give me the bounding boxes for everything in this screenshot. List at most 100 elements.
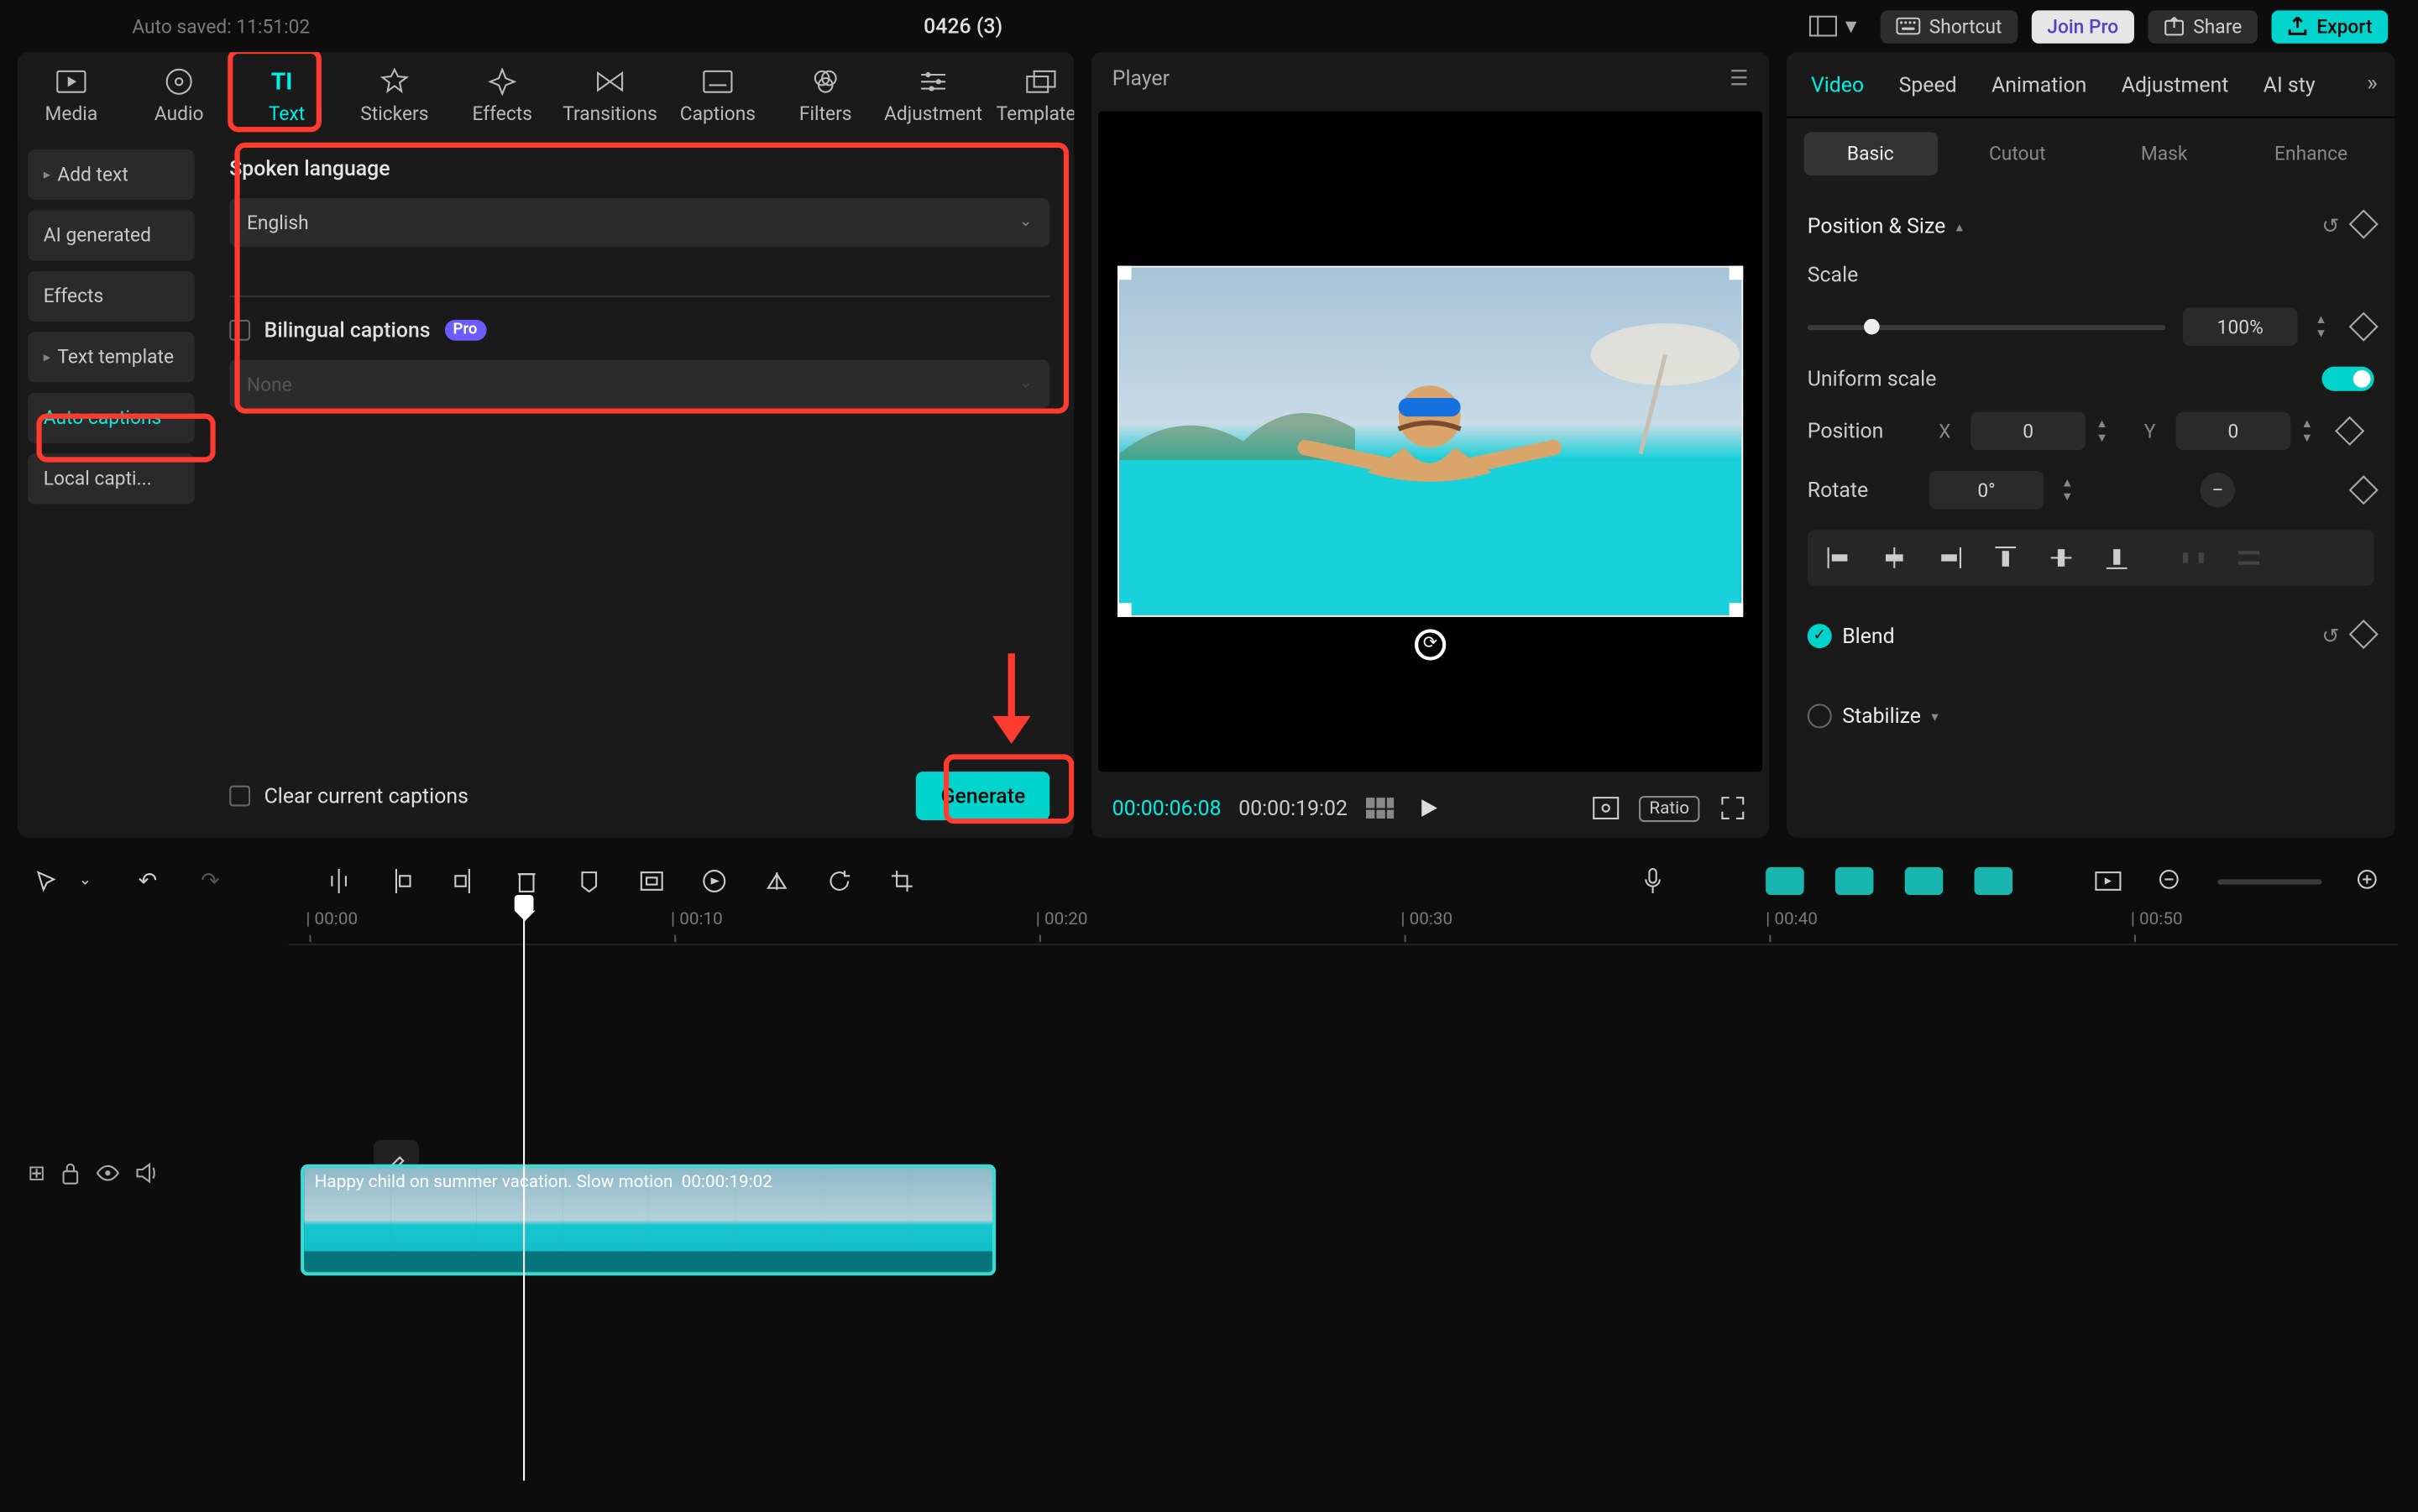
tab-media[interactable]: Media: [18, 52, 125, 139]
keyframe-icon[interactable]: [2349, 475, 2379, 505]
chevron-down-icon[interactable]: ⌄: [70, 866, 101, 897]
align-bottom-icon[interactable]: [2094, 539, 2139, 578]
play-button[interactable]: [1414, 793, 1445, 824]
pointer-tool-icon[interactable]: [31, 866, 62, 897]
video-frame[interactable]: ⟳: [1118, 266, 1742, 617]
rotate-icon[interactable]: [824, 866, 855, 897]
stepper-icon[interactable]: ▲▼: [2301, 417, 2322, 445]
chevron-down-icon[interactable]: ▾: [1835, 10, 1866, 41]
lock-icon[interactable]: [61, 1162, 81, 1185]
tab-captions[interactable]: Captions: [664, 52, 772, 139]
tab-filters[interactable]: Filters: [772, 52, 879, 139]
generate-button[interactable]: Generate: [917, 772, 1050, 820]
stepper-icon[interactable]: ▲▼: [2315, 313, 2336, 341]
tab-templates[interactable]: Templates: [987, 52, 1075, 139]
stepper-icon[interactable]: ▲▼: [2096, 417, 2117, 445]
subnav-effects[interactable]: Effects: [28, 271, 195, 322]
subtab-cutout[interactable]: Cutout: [1951, 132, 2084, 175]
zoom-in-icon[interactable]: [2353, 866, 2384, 897]
reset-icon[interactable]: ↺: [2321, 214, 2339, 238]
timeline-tracks[interactable]: | 00:00 | 00:10 | 00:20 | 00:30 | 00:40 …: [289, 908, 2399, 1481]
insp-tab-speed[interactable]: Speed: [1882, 52, 1974, 117]
add-track-icon[interactable]: ⊞: [28, 1161, 45, 1185]
trim-right-icon[interactable]: [448, 866, 479, 897]
shortcut-button[interactable]: Shortcut: [1881, 9, 2018, 42]
magnet-option-3[interactable]: [1905, 867, 1944, 895]
align-top-icon[interactable]: [1983, 539, 2028, 578]
scale-slider[interactable]: [1808, 324, 2165, 329]
subnav-text-template[interactable]: ▸Text template: [28, 332, 195, 382]
align-left-icon[interactable]: [1816, 539, 1861, 578]
bilingual-checkbox[interactable]: [229, 320, 250, 341]
bilingual-select[interactable]: None ⌄: [229, 359, 1049, 408]
position-y-input[interactable]: 0: [2176, 412, 2291, 451]
insp-tab-ai[interactable]: AI sty: [2246, 52, 2332, 117]
insp-more-icon[interactable]: »: [2357, 71, 2388, 97]
uniform-scale-toggle[interactable]: [2322, 367, 2374, 391]
keyframe-icon[interactable]: [2349, 209, 2379, 238]
split-icon[interactable]: [323, 866, 354, 897]
magnet-option-1[interactable]: [1766, 867, 1804, 895]
subnav-add-text[interactable]: ▸Add text: [28, 149, 195, 200]
tab-text[interactable]: TIText: [233, 52, 340, 139]
eye-icon[interactable]: [96, 1164, 120, 1182]
subtab-basic[interactable]: Basic: [1804, 132, 1937, 175]
player-menu-icon[interactable]: ☰: [1730, 66, 1748, 91]
dist-h-icon[interactable]: [2170, 539, 2216, 578]
magnet-option-2[interactable]: [1835, 867, 1874, 895]
section-position-size[interactable]: Position & Size▴ ↺: [1808, 196, 2374, 252]
playhead[interactable]: [523, 895, 525, 1481]
resize-handle[interactable]: [1118, 266, 1133, 280]
refresh-icon[interactable]: ⟳: [1415, 629, 1446, 660]
timeline-ruler[interactable]: | 00:00 | 00:10 | 00:20 | 00:30 | 00:40 …: [289, 908, 2399, 946]
position-x-input[interactable]: 0: [1971, 412, 2086, 451]
fullscreen-icon[interactable]: [1717, 793, 1748, 824]
align-right-icon[interactable]: [1928, 539, 1973, 578]
subnav-local-captions[interactable]: Local capti...: [28, 453, 195, 504]
video-clip[interactable]: Happy child on summer vacation. Slow mot…: [301, 1164, 996, 1275]
safe-zone-icon[interactable]: [1590, 793, 1621, 824]
subnav-auto-captions[interactable]: Auto captions: [28, 393, 195, 443]
rotate-input[interactable]: 0°: [1929, 471, 2044, 510]
align-hcenter-icon[interactable]: [1871, 539, 1917, 578]
undo-icon[interactable]: ↶: [132, 866, 163, 897]
dist-v-icon[interactable]: [2227, 539, 2272, 578]
redo-icon[interactable]: ↷: [195, 866, 226, 897]
frame-icon[interactable]: [636, 866, 667, 897]
flip-minus-icon[interactable]: −: [2201, 473, 2235, 507]
section-blend[interactable]: ✓Blend ↺: [1808, 606, 2374, 662]
export-button[interactable]: Export: [2271, 9, 2388, 42]
stabilize-radio[interactable]: [1808, 704, 1832, 728]
blend-check-icon[interactable]: ✓: [1808, 624, 1832, 648]
share-button[interactable]: Share: [2148, 9, 2258, 42]
tab-audio[interactable]: Audio: [125, 52, 233, 139]
trim-left-icon[interactable]: [386, 866, 417, 897]
tab-transitions[interactable]: Transitions: [556, 52, 663, 139]
spoken-language-select[interactable]: English ⌄: [229, 198, 1049, 247]
insp-tab-adjustment[interactable]: Adjustment: [2104, 52, 2246, 117]
tab-effects[interactable]: Effects: [448, 52, 556, 139]
crop-icon[interactable]: [887, 866, 918, 897]
align-vcenter-icon[interactable]: [2039, 539, 2084, 578]
zoom-out-icon[interactable]: [2155, 866, 2186, 897]
marker-icon[interactable]: [573, 866, 604, 897]
resize-handle[interactable]: [1118, 603, 1133, 617]
preview-icon[interactable]: [2092, 866, 2123, 897]
mic-icon[interactable]: [1637, 866, 1668, 897]
subnav-ai-generated[interactable]: AI generated: [28, 210, 195, 260]
join-pro-button[interactable]: Join Pro: [2032, 9, 2134, 42]
clear-captions-checkbox[interactable]: [229, 786, 250, 807]
tab-adjustment[interactable]: Adjustment: [879, 52, 987, 139]
speed-icon[interactable]: [699, 866, 730, 897]
reset-icon[interactable]: ↺: [2321, 624, 2339, 648]
magnet-option-4[interactable]: [1975, 867, 2013, 895]
section-stabilize[interactable]: Stabilize▾: [1808, 687, 2374, 742]
insp-tab-video[interactable]: Video: [1793, 52, 1882, 117]
delete-icon[interactable]: [511, 866, 542, 897]
resize-handle[interactable]: [1729, 603, 1743, 617]
layout-icon[interactable]: [1808, 10, 1839, 41]
ratio-button[interactable]: Ratio: [1639, 795, 1699, 821]
keyframe-icon[interactable]: [2349, 620, 2379, 649]
resize-handle[interactable]: [1729, 266, 1743, 280]
mute-icon[interactable]: [136, 1163, 159, 1184]
